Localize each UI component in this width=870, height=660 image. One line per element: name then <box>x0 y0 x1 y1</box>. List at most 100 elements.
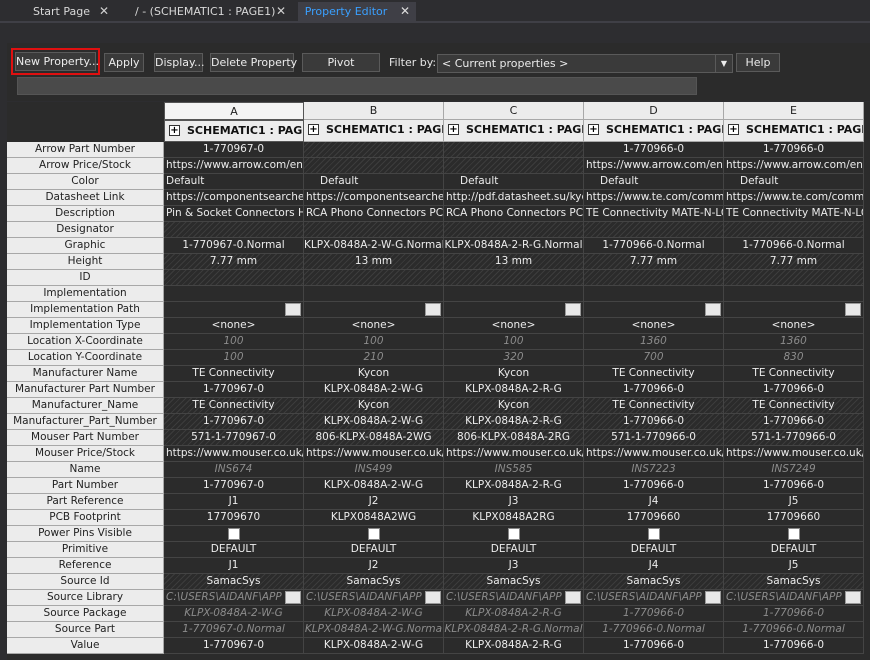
row-label[interactable]: Implementation <box>7 286 164 302</box>
row-label[interactable]: ID <box>7 270 164 286</box>
column-title-a[interactable]: + SCHEMATIC1 : PAGE1 <box>164 120 304 142</box>
property-cell[interactable]: 7.77 mm <box>724 254 864 270</box>
property-cell[interactable]: 1-770966-0 <box>724 382 864 398</box>
property-cell[interactable] <box>724 526 864 542</box>
property-cell[interactable]: KLPX-0848A-2-W-G <box>304 382 444 398</box>
row-label[interactable]: Implementation Type <box>7 318 164 334</box>
property-cell[interactable]: J3 <box>444 494 584 510</box>
property-cell[interactable]: <none> <box>164 318 304 334</box>
property-cell[interactable]: https://componentsearchen <box>164 190 304 206</box>
property-cell[interactable]: RCA Phono Connectors PCB <box>444 206 584 222</box>
property-cell[interactable]: INS499 <box>304 462 444 478</box>
row-label[interactable]: Manufacturer_Part_Number <box>7 414 164 430</box>
row-label[interactable]: Graphic <box>7 238 164 254</box>
property-cell[interactable] <box>724 222 864 238</box>
property-cell[interactable]: 13 mm <box>444 254 584 270</box>
property-cell[interactable]: 1-770966-0.Normal <box>724 238 864 254</box>
property-cell[interactable]: 7.77 mm <box>584 254 724 270</box>
checkbox[interactable] <box>228 528 240 540</box>
row-label[interactable]: Reference <box>7 558 164 574</box>
property-cell[interactable]: DEFAULT <box>584 542 724 558</box>
property-cell[interactable]: 1-770967-0.Normal <box>164 622 304 638</box>
property-cell[interactable]: https://www.arrow.com/en/ <box>724 158 864 174</box>
property-cell[interactable] <box>304 158 444 174</box>
property-cell[interactable]: KLPX0848A2WG <box>304 510 444 526</box>
column-title-b[interactable]: + SCHEMATIC1 : PAGE1 <box>304 120 444 142</box>
property-cell[interactable]: 17709670 <box>164 510 304 526</box>
tab-schematic-page[interactable]: / - (SCHEMATIC1 : PAGE1) ✕ <box>127 2 292 22</box>
property-cell[interactable]: https://www.mouser.co.uk/ <box>164 446 304 462</box>
pivot-button[interactable]: Pivot <box>302 53 380 72</box>
column-header-e[interactable]: E <box>724 102 864 120</box>
property-cell[interactable]: C:\USERS\AIDANF\APP <box>164 590 304 606</box>
property-cell[interactable]: DEFAULT <box>304 542 444 558</box>
property-cell[interactable]: Default <box>304 174 444 190</box>
property-cell[interactable]: https://www.mouser.co.uk/ <box>444 446 584 462</box>
expand-plus-icon[interactable]: + <box>728 124 739 135</box>
property-cell[interactable]: RCA Phono Connectors PCB <box>304 206 444 222</box>
property-cell[interactable]: J2 <box>304 494 444 510</box>
browse-button[interactable] <box>285 303 301 316</box>
property-cell[interactable]: 100 <box>304 334 444 350</box>
column-title-e[interactable]: + SCHEMATIC1 : PAGE1 <box>724 120 864 142</box>
property-cell[interactable]: Default <box>164 174 304 190</box>
property-cell[interactable] <box>444 270 584 286</box>
display-button[interactable]: Display... <box>154 53 204 72</box>
property-cell[interactable]: KLPX-0848A-2-W-G <box>304 478 444 494</box>
property-cell[interactable] <box>444 222 584 238</box>
property-cell[interactable]: 806-KLPX-0848A-2WG <box>304 430 444 446</box>
property-cell[interactable]: TE Connectivity <box>724 398 864 414</box>
row-label[interactable]: Name <box>7 462 164 478</box>
property-cell[interactable]: 1-770966-0 <box>724 414 864 430</box>
property-cell[interactable]: 1-770966-0 <box>724 478 864 494</box>
property-cell[interactable]: 806-KLPX-0848A-2RG <box>444 430 584 446</box>
row-label[interactable]: Arrow Part Number <box>7 142 164 158</box>
close-icon[interactable]: ✕ <box>276 2 286 21</box>
property-cell[interactable] <box>444 302 584 318</box>
property-cell[interactable]: J1 <box>164 494 304 510</box>
checkbox[interactable] <box>368 528 380 540</box>
property-cell[interactable] <box>304 142 444 158</box>
property-cell[interactable]: INS585 <box>444 462 584 478</box>
property-cell[interactable]: https://www.mouser.co.uk/ <box>584 446 724 462</box>
row-label[interactable]: Source Package <box>7 606 164 622</box>
property-cell[interactable] <box>164 302 304 318</box>
property-cell[interactable]: Kycon <box>304 398 444 414</box>
property-cell[interactable]: 1-770967-0 <box>164 414 304 430</box>
column-title-c[interactable]: + SCHEMATIC1 : PAGE1 <box>444 120 584 142</box>
property-cell[interactable] <box>164 286 304 302</box>
property-cell[interactable]: https://www.arrow.com/en/ <box>584 158 724 174</box>
property-cell[interactable] <box>164 222 304 238</box>
property-cell[interactable]: 1-770967-0 <box>164 638 304 654</box>
property-cell[interactable]: KLPX-0848A-2-W-G <box>164 606 304 622</box>
browse-button[interactable] <box>565 591 581 604</box>
property-cell[interactable]: DEFAULT <box>444 542 584 558</box>
property-cell[interactable]: 1-770967-0 <box>164 382 304 398</box>
property-cell[interactable]: 700 <box>584 350 724 366</box>
property-cell[interactable] <box>304 222 444 238</box>
property-cell[interactable]: SamacSys <box>164 574 304 590</box>
row-label[interactable]: Manufacturer Name <box>7 366 164 382</box>
property-cell[interactable]: 7.77 mm <box>164 254 304 270</box>
property-cell[interactable]: 100 <box>164 350 304 366</box>
row-label[interactable]: Source Library <box>7 590 164 606</box>
property-cell[interactable]: J4 <box>584 558 724 574</box>
property-cell[interactable]: KLPX-0848A-2-W-G <box>304 414 444 430</box>
row-label[interactable]: Arrow Price/Stock <box>7 158 164 174</box>
property-cell[interactable]: C:\USERS\AIDANF\APP <box>584 590 724 606</box>
property-cell[interactable]: 1360 <box>724 334 864 350</box>
property-cell[interactable] <box>164 270 304 286</box>
property-cell[interactable]: KLPX-0848A-2-R-G <box>444 606 584 622</box>
property-cell[interactable]: TE Connectivity <box>164 398 304 414</box>
row-label[interactable]: Primitive <box>7 542 164 558</box>
property-cell[interactable]: 1-770966-0 <box>724 638 864 654</box>
property-cell[interactable]: Pin & Socket Connectors HE <box>164 206 304 222</box>
row-label[interactable]: Description <box>7 206 164 222</box>
property-cell[interactable]: 1-770966-0 <box>584 142 724 158</box>
property-cell[interactable]: 1-770967-0.Normal <box>164 238 304 254</box>
checkbox[interactable] <box>648 528 660 540</box>
property-cell[interactable]: 1360 <box>584 334 724 350</box>
property-cell[interactable]: INS674 <box>164 462 304 478</box>
row-label[interactable]: Part Number <box>7 478 164 494</box>
property-cell[interactable]: TE Connectivity <box>584 366 724 382</box>
